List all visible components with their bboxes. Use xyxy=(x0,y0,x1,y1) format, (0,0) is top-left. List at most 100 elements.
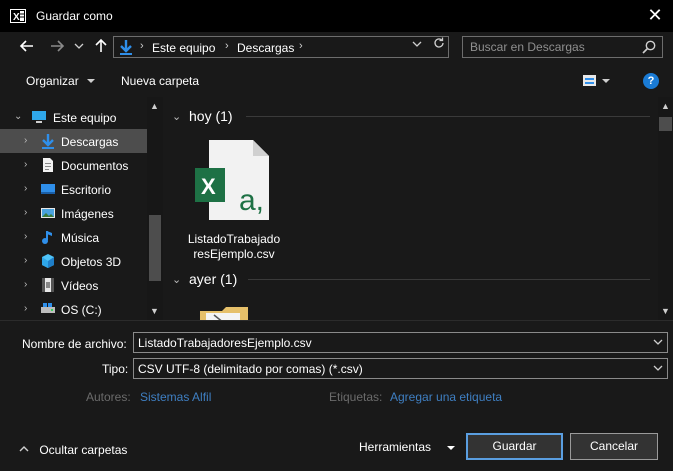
filename-label: Nombre de archivo: xyxy=(22,337,127,351)
sidebar-item-label: Documentos xyxy=(61,159,129,173)
content-scroll-thumb[interactable] xyxy=(659,117,672,131)
sidebar-scroll-thumb[interactable] xyxy=(149,215,161,281)
tools-button[interactable]: Herramientas xyxy=(359,440,431,454)
sidebar-item-label: Descargas xyxy=(61,135,119,149)
content-scrollbar[interactable]: ▲ ▼ xyxy=(658,97,673,320)
sidebar-item-label: Música xyxy=(61,231,100,245)
back-button[interactable] xyxy=(16,38,38,58)
authors-value[interactable]: Sistemas Alfil xyxy=(140,390,211,404)
folder-icon[interactable] xyxy=(200,303,262,320)
type-label: Tipo: xyxy=(102,362,129,376)
chevron-right-icon[interactable]: › xyxy=(24,279,27,290)
refresh-icon xyxy=(433,37,444,48)
breadcrumb-separator: › xyxy=(225,40,229,52)
forward-button[interactable] xyxy=(46,38,68,58)
hide-folders-label: Ocultar carpetas xyxy=(39,443,128,457)
chevron-right-icon[interactable]: › xyxy=(24,135,27,146)
breadcrumb-separator: › xyxy=(140,40,144,52)
pictures-icon xyxy=(41,208,55,218)
sidebar-item-label: Vídeos xyxy=(61,279,99,293)
chevron-right-icon[interactable]: › xyxy=(24,207,27,218)
sidebar-item-imagenes[interactable]: › Imágenes xyxy=(0,201,147,225)
desktop-icon xyxy=(41,184,55,194)
recent-locations-button[interactable] xyxy=(72,38,86,58)
chevron-right-icon[interactable]: › xyxy=(24,231,27,242)
group-header-hoy[interactable]: hoy (1) xyxy=(189,108,233,124)
scroll-down-icon[interactable]: ▼ xyxy=(150,306,159,316)
filename-field[interactable]: ListadoTrabajadoresEjemplo.csv xyxy=(133,332,668,353)
sidebar-item-escritorio[interactable]: › Escritorio xyxy=(0,177,147,201)
chevron-down-icon[interactable]: ⌄ xyxy=(172,110,181,123)
scroll-up-icon[interactable]: ▲ xyxy=(150,101,159,111)
sidebar-item-videos[interactable]: › Vídeos xyxy=(0,273,147,297)
group-divider xyxy=(246,116,650,117)
add-tag-link[interactable]: Agregar una etiqueta xyxy=(390,390,502,404)
excel-icon: X xyxy=(10,9,26,23)
chevron-down-icon[interactable] xyxy=(652,336,664,348)
organize-label: Organizar xyxy=(26,74,79,88)
cube-3d-icon xyxy=(42,254,54,268)
sidebar-item-descargas[interactable]: › Descargas xyxy=(0,129,147,153)
save-label: Guardar xyxy=(492,439,537,453)
chevron-down-icon xyxy=(87,79,96,83)
excel-csv-file-icon: X a, xyxy=(195,140,269,220)
refresh-button[interactable] xyxy=(428,37,448,57)
file-type-select[interactable]: CSV UTF-8 (delimitado por comas) (*.csv) xyxy=(133,358,668,379)
close-button[interactable]: ✕ xyxy=(637,0,673,32)
sidebar-scrollbar[interactable]: ▲ ▼ xyxy=(147,97,163,320)
cancel-button[interactable]: Cancelar xyxy=(570,433,658,460)
address-history-button[interactable] xyxy=(406,37,426,57)
change-view-button[interactable] xyxy=(582,73,612,89)
window-title: Guardar como xyxy=(36,9,113,23)
chevron-right-icon[interactable]: › xyxy=(24,159,27,170)
sidebar-item-este-equipo[interactable]: ⌄ Este equipo xyxy=(0,105,147,129)
sidebar-item-musica[interactable]: › Música xyxy=(0,225,147,249)
breadcrumb-este-equipo[interactable]: Este equipo xyxy=(152,41,215,55)
video-icon xyxy=(42,278,54,292)
organize-button[interactable]: Organizar xyxy=(26,74,96,88)
download-arrow-icon xyxy=(120,40,132,55)
filename-value: ListadoTrabajadoresEjemplo.csv xyxy=(138,336,312,350)
search-icon[interactable] xyxy=(641,39,657,55)
chevron-right-icon[interactable]: › xyxy=(24,183,27,194)
up-button[interactable] xyxy=(90,38,112,58)
sidebar-item-documentos[interactable]: › Documentos xyxy=(0,153,147,177)
chevron-down-icon[interactable] xyxy=(446,443,456,453)
title-bar: X Guardar como ✕ xyxy=(0,0,673,32)
chevron-down-icon xyxy=(412,41,421,47)
address-bar[interactable]: › Este equipo › Descargas › xyxy=(113,36,449,58)
chevron-right-icon[interactable]: › xyxy=(24,255,27,266)
authors-label: Autores: xyxy=(86,390,131,404)
sidebar-item-objetos-3d[interactable]: › Objetos 3D xyxy=(0,249,147,273)
group-header-ayer[interactable]: ayer (1) xyxy=(189,271,237,287)
chevron-down-icon xyxy=(74,43,84,49)
sidebar-item-label: Escritorio xyxy=(61,183,112,197)
hide-folders-button[interactable]: Ocultar carpetas xyxy=(18,443,127,457)
chevron-right-icon[interactable]: › xyxy=(24,303,27,314)
help-button[interactable]: ? xyxy=(643,73,659,89)
cancel-label: Cancelar xyxy=(589,439,639,453)
computer-icon xyxy=(32,111,46,123)
scroll-down-icon[interactable]: ▼ xyxy=(661,306,670,316)
file-type-value: CSV UTF-8 (delimitado por comas) (*.csv) xyxy=(138,362,363,376)
chevron-down-icon[interactable]: ⌄ xyxy=(172,273,181,286)
group-divider xyxy=(248,279,650,280)
arrow-up-icon xyxy=(95,38,107,52)
breadcrumb-separator: › xyxy=(299,40,303,52)
file-list: ⌄ hoy (1) X a, ListadoTrabajado resEjemp… xyxy=(164,97,658,320)
file-name: ListadoTrabajado resEjemplo.csv xyxy=(187,232,281,261)
breadcrumb-descargas[interactable]: Descargas xyxy=(237,41,294,55)
scroll-up-icon[interactable]: ▲ xyxy=(661,101,670,111)
svg-text:a,: a, xyxy=(239,184,264,217)
save-button[interactable]: Guardar xyxy=(466,433,563,460)
new-folder-button[interactable]: Nueva carpeta xyxy=(121,74,199,88)
sidebar-item-os-c[interactable]: › OS (C:) xyxy=(0,297,147,320)
new-folder-label: Nueva carpeta xyxy=(121,74,200,88)
search-input[interactable] xyxy=(462,36,663,58)
chevron-down-icon[interactable]: ⌄ xyxy=(14,111,22,122)
navigation-pane: ⌄ Este equipo › Descargas › Documentos ›… xyxy=(0,97,163,320)
sidebar-item-label: Este equipo xyxy=(53,111,117,125)
chevron-down-icon[interactable] xyxy=(652,362,664,374)
drive-icon xyxy=(41,303,55,313)
download-arrow-icon xyxy=(42,134,54,149)
